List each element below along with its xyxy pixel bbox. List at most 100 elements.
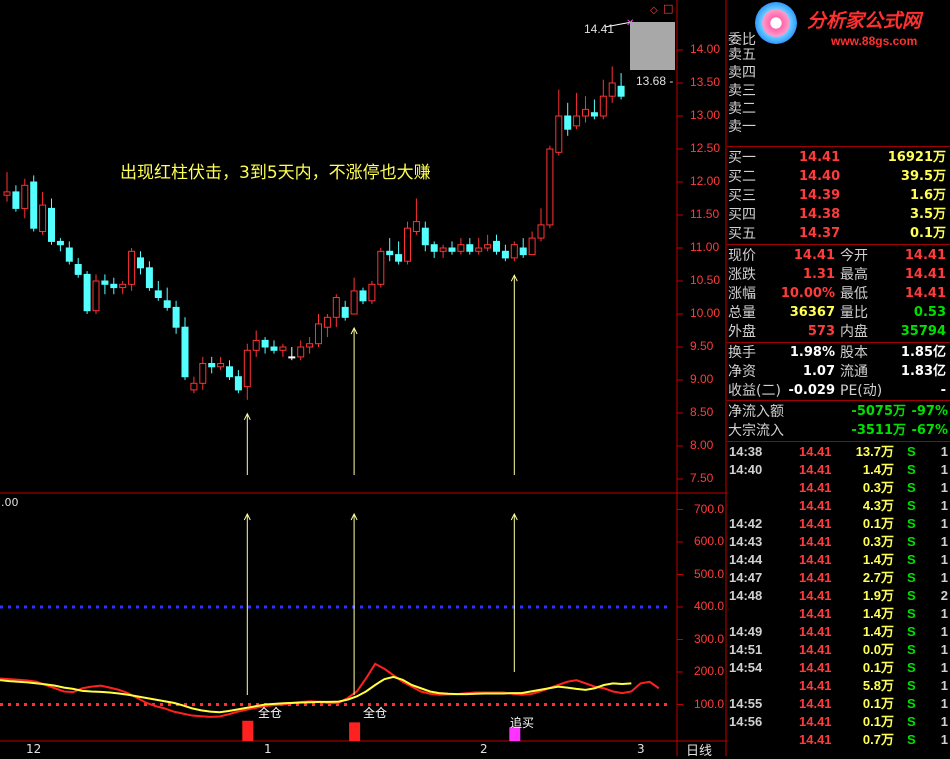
tick-side: S bbox=[907, 714, 916, 729]
tick-count: 1 bbox=[940, 516, 948, 531]
quote-label-2: 今开 bbox=[840, 248, 868, 264]
quote-value-2: 0.53 bbox=[913, 305, 946, 320]
quote-row: 总量 36367 量比 0.53 bbox=[727, 304, 950, 322]
tick-volume: 4.3万 bbox=[862, 498, 894, 513]
flow-value: -5075万 bbox=[851, 404, 906, 419]
tick-price: 14.41 bbox=[799, 588, 832, 603]
tick-time: 14:48 bbox=[729, 588, 763, 603]
finance-value-2: - bbox=[940, 383, 946, 398]
candle-body bbox=[243, 349, 251, 388]
diamond-icon[interactable]: ◇ bbox=[650, 5, 658, 16]
close-chart-icon[interactable]: □ bbox=[663, 2, 673, 15]
tick-volume: 1.4万 bbox=[862, 606, 894, 621]
tick-side: S bbox=[907, 516, 916, 531]
tick-count: 1 bbox=[940, 606, 948, 621]
tick-volume: 5.8万 bbox=[862, 678, 894, 693]
tick-count: 1 bbox=[940, 462, 948, 477]
candlestick-series bbox=[3, 66, 625, 400]
tick-volume: 0.1万 bbox=[862, 714, 894, 729]
tick-count: 1 bbox=[940, 642, 948, 657]
tick-price: 14.41 bbox=[799, 498, 832, 513]
quote-label-2: 内盘 bbox=[840, 324, 868, 340]
tick-row: 14:56 14.41 0.1万 S 1 bbox=[727, 713, 950, 731]
buy-level-row: 买四 14.38 3.5万 bbox=[727, 206, 950, 224]
current-price-highlight bbox=[630, 22, 675, 70]
tick-price: 14.41 bbox=[799, 660, 832, 675]
candle-body bbox=[270, 346, 278, 351]
candle-body bbox=[83, 273, 91, 312]
indicator-axis-label: 300.0 bbox=[694, 631, 725, 646]
quote-label: 涨幅 bbox=[728, 286, 756, 302]
tick-time: 14:47 bbox=[729, 570, 763, 585]
tick-count: 1 bbox=[940, 480, 948, 495]
candle-body bbox=[501, 250, 509, 259]
quote-label: 总量 bbox=[728, 305, 756, 321]
price-axis-label: 8.00 bbox=[690, 438, 714, 452]
finance-value: -0.029 bbox=[788, 383, 835, 398]
tick-count: 1 bbox=[940, 696, 948, 711]
quote-value: 14.41 bbox=[793, 248, 835, 263]
candle-body bbox=[519, 247, 527, 256]
tick-count: 1 bbox=[940, 498, 948, 513]
candle-body bbox=[546, 148, 554, 226]
quote-value: 36367 bbox=[789, 305, 835, 320]
candle-body bbox=[48, 207, 55, 242]
tick-price: 14.41 bbox=[799, 534, 832, 549]
tick-price: 14.41 bbox=[799, 552, 832, 567]
price-axis-label: 7.50 bbox=[690, 471, 714, 485]
candle-body bbox=[261, 339, 269, 348]
flow-percent: -67% bbox=[911, 423, 948, 438]
current-price-label: 13.68 - bbox=[636, 74, 674, 88]
candle-body bbox=[412, 221, 420, 233]
tick-count: 1 bbox=[940, 552, 948, 567]
period-tab[interactable]: 日线 bbox=[686, 740, 712, 759]
candle-body bbox=[181, 326, 189, 378]
tick-row: 14.41 5.8万 S 1 bbox=[727, 677, 950, 695]
buy-level-label: 买四 bbox=[728, 207, 756, 223]
price-axis-label: 11.50 bbox=[690, 207, 720, 221]
candle-body bbox=[475, 247, 483, 252]
buy-level-price: 14.37 bbox=[799, 226, 841, 241]
price-axis: 14.00 13.50 13.00 12.50 12.00 11.50 11.00 10.50… bbox=[678, 0, 726, 492]
tick-side: S bbox=[907, 624, 916, 639]
candle-body bbox=[599, 95, 607, 117]
tick-price: 14.41 bbox=[799, 606, 832, 621]
candle-body bbox=[288, 356, 296, 359]
candle-body bbox=[564, 115, 572, 130]
flow-label: 净流入额 bbox=[728, 404, 784, 420]
candle-body bbox=[154, 290, 162, 298]
panel-separator bbox=[727, 244, 950, 245]
indicator-series bbox=[0, 605, 670, 741]
tick-price: 14.41 bbox=[799, 696, 832, 711]
candle-body bbox=[30, 181, 38, 229]
sell-level-row: 卖一 bbox=[727, 118, 950, 136]
tick-time: 14:49 bbox=[729, 624, 763, 639]
buy-level-label: 买五 bbox=[728, 226, 756, 242]
signal-bar-red bbox=[242, 720, 254, 741]
buy-level-price: 14.41 bbox=[799, 150, 841, 165]
candle-body bbox=[573, 115, 581, 127]
indicator-axis-label: 500.0 bbox=[694, 566, 725, 581]
tick-volume: 1.4万 bbox=[862, 462, 894, 477]
tick-count: 2 bbox=[940, 588, 948, 603]
tick-time: 14:56 bbox=[729, 714, 763, 729]
tick-volume: 0.1万 bbox=[862, 696, 894, 711]
tick-side: S bbox=[907, 732, 916, 747]
quote-value-2: 14.41 bbox=[904, 248, 946, 263]
tick-time: 14:44 bbox=[729, 552, 763, 567]
tick-price: 14.41 bbox=[799, 732, 832, 747]
tick-volume: 0.1万 bbox=[862, 660, 894, 675]
tick-price: 14.41 bbox=[799, 516, 832, 531]
candle-body bbox=[65, 247, 73, 262]
buy-level-volume: 1.6万 bbox=[909, 188, 946, 203]
chart-frame bbox=[0, 0, 727, 756]
candle-body bbox=[323, 316, 331, 328]
candle-body bbox=[110, 283, 118, 289]
tick-side: S bbox=[907, 660, 916, 675]
finance-row: 换手 1.98% 股本 1.85亿 bbox=[727, 344, 950, 362]
candle-body bbox=[234, 376, 242, 391]
quote-value-2: 35794 bbox=[900, 324, 946, 339]
candle-body bbox=[252, 339, 260, 351]
candle-body bbox=[163, 300, 171, 308]
tick-price: 14.41 bbox=[799, 642, 832, 657]
